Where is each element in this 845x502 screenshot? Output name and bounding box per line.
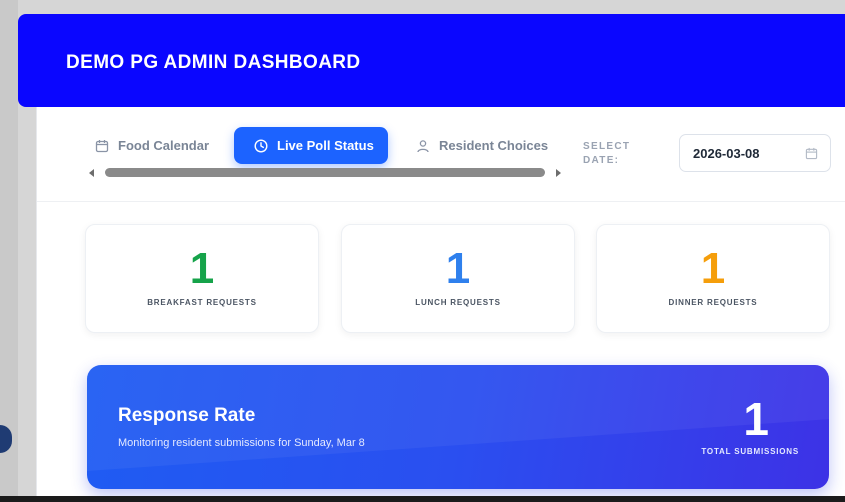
tab-resident-choices-label: Resident Choices bbox=[439, 138, 549, 153]
main-content: Food Calendar Live Poll Status Resident … bbox=[36, 107, 845, 496]
response-rate-title: Response Rate bbox=[118, 405, 256, 426]
breakfast-stat-card: 1 BREAKFAST REQUESTS bbox=[85, 224, 319, 333]
lunch-label: LUNCH REQUESTS bbox=[415, 298, 501, 307]
response-rate-subtitle: Monitoring resident submissions for Sund… bbox=[118, 437, 365, 449]
dinner-label: DINNER REQUESTS bbox=[668, 298, 758, 307]
scroll-right-arrow-icon[interactable] bbox=[556, 169, 561, 177]
select-date-label: SELECT DATE: bbox=[583, 141, 631, 166]
tab-live-poll-status[interactable]: Live Poll Status bbox=[234, 127, 388, 164]
lunch-count: 1 bbox=[445, 244, 471, 293]
bottom-bar bbox=[0, 496, 845, 502]
date-input-value: 2026-03-08 bbox=[693, 146, 760, 161]
tabs-scrollbar[interactable] bbox=[89, 167, 561, 179]
lunch-stat-card: 1 LUNCH REQUESTS bbox=[341, 224, 575, 333]
response-rate-banner: Response Rate Monitoring resident submis… bbox=[87, 365, 829, 489]
app-header: DEMO PG ADMIN DASHBOARD bbox=[18, 14, 845, 107]
scroll-left-arrow-icon[interactable] bbox=[89, 169, 94, 177]
scrollbar-thumb[interactable] bbox=[105, 168, 545, 177]
tab-food-calendar-label: Food Calendar bbox=[118, 138, 210, 153]
total-submissions-count: 1 bbox=[743, 393, 769, 445]
clock-icon bbox=[254, 138, 268, 153]
tabs-toolbar: Food Calendar Live Poll Status Resident … bbox=[37, 107, 845, 202]
dinner-count: 1 bbox=[700, 244, 726, 293]
breakfast-count: 1 bbox=[189, 244, 215, 293]
calendar-icon[interactable] bbox=[805, 147, 818, 160]
dinner-stat-card: 1 DINNER REQUESTS bbox=[596, 224, 830, 333]
app-title: DEMO PG ADMIN DASHBOARD bbox=[66, 52, 361, 73]
breakfast-label: BREAKFAST REQUESTS bbox=[147, 298, 257, 307]
tab-food-calendar[interactable]: Food Calendar bbox=[95, 127, 209, 164]
total-submissions-label: TOTAL SUBMISSIONS bbox=[701, 447, 799, 456]
date-input[interactable]: 2026-03-08 bbox=[679, 134, 831, 172]
tab-resident-choices[interactable]: Resident Choices bbox=[416, 127, 548, 164]
user-icon bbox=[416, 139, 430, 153]
screen: DEMO PG ADMIN DASHBOARD Food Calendar Li… bbox=[0, 0, 845, 502]
tab-live-poll-status-label: Live Poll Status bbox=[277, 138, 374, 153]
calendar-icon bbox=[95, 139, 109, 153]
